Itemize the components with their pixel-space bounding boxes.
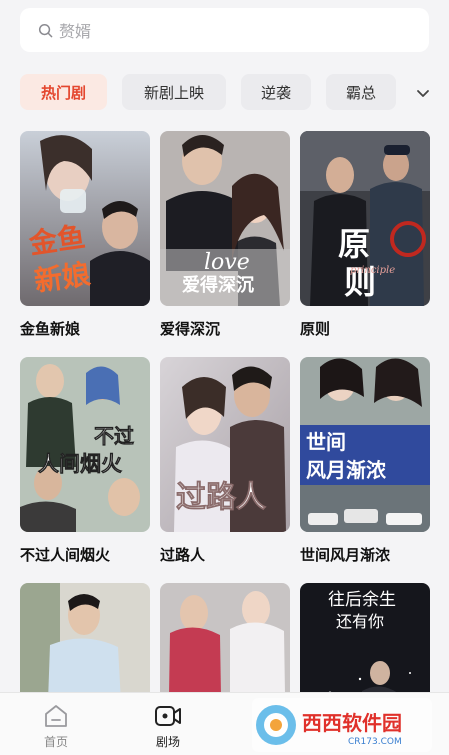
drama-title[interactable]: 爱得深沉 [160,318,290,339]
drama-title[interactable]: 过路人 [160,544,290,565]
category-tab-counterattack[interactable]: 逆袭 [241,74,311,110]
drama-title[interactable]: 不过人间烟火 [20,544,150,565]
category-tab-ceo[interactable]: 霸总 [326,74,396,110]
category-tab-hot[interactable]: 热门剧 [20,74,107,110]
svg-text:风月渐浓: 风月渐浓 [306,458,387,482]
drama-title[interactable]: 原则 [300,318,430,339]
nav-item-home[interactable]: 首页 [26,703,86,750]
drama-poster[interactable]: love 爱得深沉 [160,131,290,306]
svg-text:还有你: 还有你 [336,612,384,631]
drama-poster[interactable]: 过路人 [160,357,290,532]
category-tabs: 热门剧 新剧上映 逆袭 霸总 [20,74,411,110]
drama-title[interactable]: 金鱼新娘 [20,318,150,339]
nav-label: 首页 [43,735,68,749]
drama-poster[interactable]: 金鱼 新娘 [20,131,150,306]
drama-card[interactable]: love 爱得深沉 爱得深沉 [160,131,290,339]
watermark-sub: CR173.COM [348,737,402,747]
drama-poster[interactable]: 原 则 principle [300,131,430,306]
drama-card[interactable]: 原 则 principle 原则 [300,131,430,339]
svg-text:人间烟火: 人间烟火 [38,452,122,476]
drama-poster[interactable]: 不过 人间烟火 [20,357,150,532]
watermark-text: 西西软件园 [302,711,402,735]
nav-label: 剧场 [155,735,180,749]
search-icon [38,23,53,37]
category-tab-new[interactable]: 新剧上映 [122,74,226,110]
drama-card[interactable]: 过路人 过路人 [160,357,290,565]
drama-title[interactable]: 世间风月渐浓 [300,544,430,565]
svg-text:过路人: 过路人 [176,480,266,515]
watermark-logo: 西西软件园 CR173.COM [252,698,432,752]
nav-item-theater[interactable]: 剧场 [138,703,198,750]
svg-text:往后余生: 往后余生 [328,590,396,610]
chevron-down-icon[interactable] [413,83,433,103]
svg-text:世间: 世间 [306,430,346,454]
drama-card[interactable]: 金鱼 新娘 金鱼新娘 [20,131,150,339]
svg-text:principle: principle [350,265,395,276]
svg-text:原: 原 [338,225,370,263]
page: 赘婿 热门剧 新剧上映 逆袭 霸总 金鱼 新娘 金鱼新娘 love 爱得深沉 爱… [0,0,449,755]
svg-text:爱得深沉: 爱得深沉 [182,274,254,296]
svg-text:love: love [204,250,250,275]
home-icon [45,705,67,727]
theater-icon [155,706,181,726]
drama-poster[interactable]: 世间 风月渐浓 [300,357,430,532]
search-placeholder: 赘婿 [59,22,92,41]
drama-card[interactable]: 不过 人间烟火 不过人间烟火 [20,357,150,565]
search-bar[interactable]: 赘婿 [20,8,429,52]
drama-card[interactable]: 世间 风月渐浓 世间风月渐浓 [300,357,430,565]
svg-text:不过: 不过 [94,424,134,448]
